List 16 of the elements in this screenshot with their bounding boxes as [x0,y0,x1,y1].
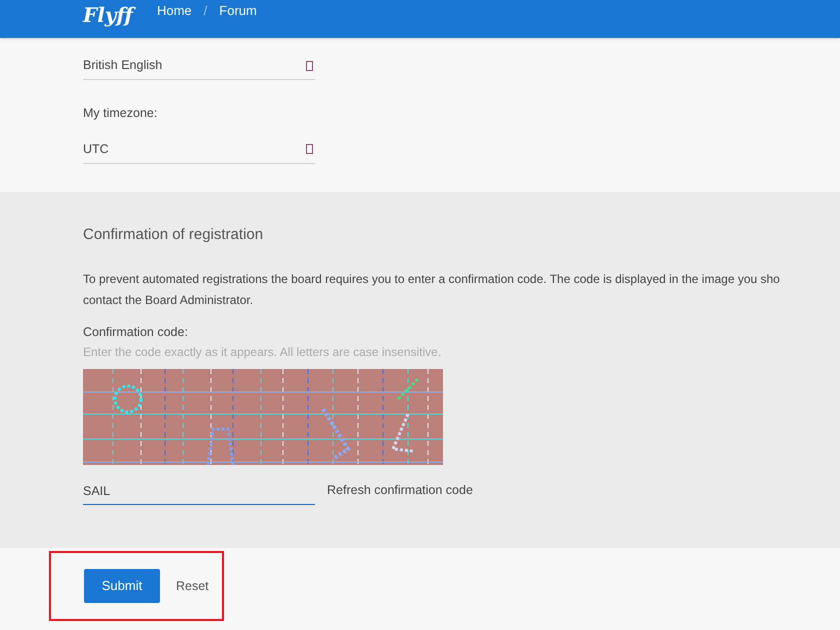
dropdown-icon [306,144,313,154]
field-label: Confirmation code: [83,324,188,340]
code-field[interactable]: SAIL [83,477,315,506]
nav-link[interactable]: Home [156,1,192,21]
submit-button[interactable]: Submit [84,569,160,603]
select-field[interactable]: UTC [83,136,315,164]
select-field[interactable]: British English [83,52,315,80]
dropdown-icon [306,60,313,70]
instructions-text: To prevent automated registrations the board requires you to enter a confirmation code. The code is displayed in the image you sho contact the Board Administrator. [83,270,780,308]
nav-link[interactable]: Forum [219,1,257,21]
field-label: My timezone: [83,105,158,122]
breadcrumb-separator: / [204,2,208,20]
hint-text: Enter the code exactly as it appears. All letters are case insensitive. [83,344,442,362]
refresh-link[interactable]: Refresh confirmation code [327,480,473,506]
reset-button[interactable]: Reset [176,576,209,596]
section-title: Confirmation of registration [83,225,264,245]
